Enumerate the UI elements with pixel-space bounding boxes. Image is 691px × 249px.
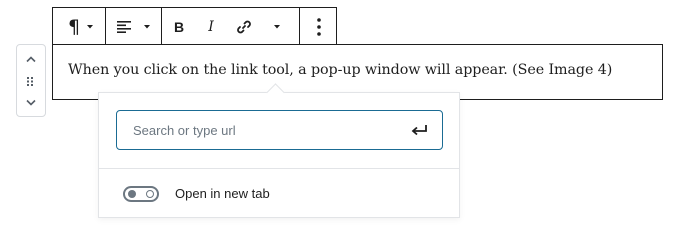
- link-icon: [237, 20, 251, 33]
- toggle-knob: [128, 190, 136, 198]
- block-toolbar: ¶ B I: [52, 7, 337, 45]
- align-button[interactable]: [111, 8, 157, 45]
- italic-icon: I: [208, 18, 214, 35]
- link-button[interactable]: [229, 8, 259, 45]
- more-options-button[interactable]: [301, 8, 337, 45]
- bold-button[interactable]: B: [165, 8, 193, 45]
- caret-down-icon: [274, 24, 280, 28]
- chevron-down-icon: [26, 99, 36, 106]
- chevron-up-icon: [26, 56, 36, 63]
- paragraph-text[interactable]: When you click on the link tool, a pop-u…: [68, 62, 612, 78]
- paragraph-block-switcher[interactable]: ¶: [61, 8, 101, 45]
- url-search-input[interactable]: [116, 110, 443, 150]
- move-up-button[interactable]: [17, 49, 45, 69]
- paragraph-icon: ¶: [67, 15, 81, 38]
- popover-divider: [99, 168, 459, 169]
- drag-handle[interactable]: [17, 71, 45, 91]
- caret-down-icon: [144, 24, 150, 28]
- bold-icon: B: [173, 18, 185, 35]
- toolbar-separator: [105, 8, 106, 45]
- submit-link-button[interactable]: [404, 117, 434, 143]
- open-in-new-tab-toggle[interactable]: [123, 186, 159, 202]
- block-mover: [16, 44, 46, 117]
- enter-return-icon: [411, 125, 427, 136]
- more-rich-text-controls-button[interactable]: [263, 8, 291, 45]
- caret-down-icon: [87, 24, 94, 28]
- link-popover: Open in new tab: [98, 83, 460, 218]
- toolbar-separator: [299, 8, 300, 45]
- align-left-icon: [117, 20, 131, 33]
- toolbar-separator: [161, 8, 162, 45]
- move-down-button[interactable]: [17, 93, 45, 113]
- open-in-new-tab-label[interactable]: Open in new tab: [175, 186, 270, 202]
- drag-handle-icon: [27, 77, 33, 86]
- toggle-off-indicator: [146, 190, 154, 198]
- italic-button[interactable]: I: [197, 8, 225, 45]
- vertical-ellipsis-icon: [317, 17, 321, 36]
